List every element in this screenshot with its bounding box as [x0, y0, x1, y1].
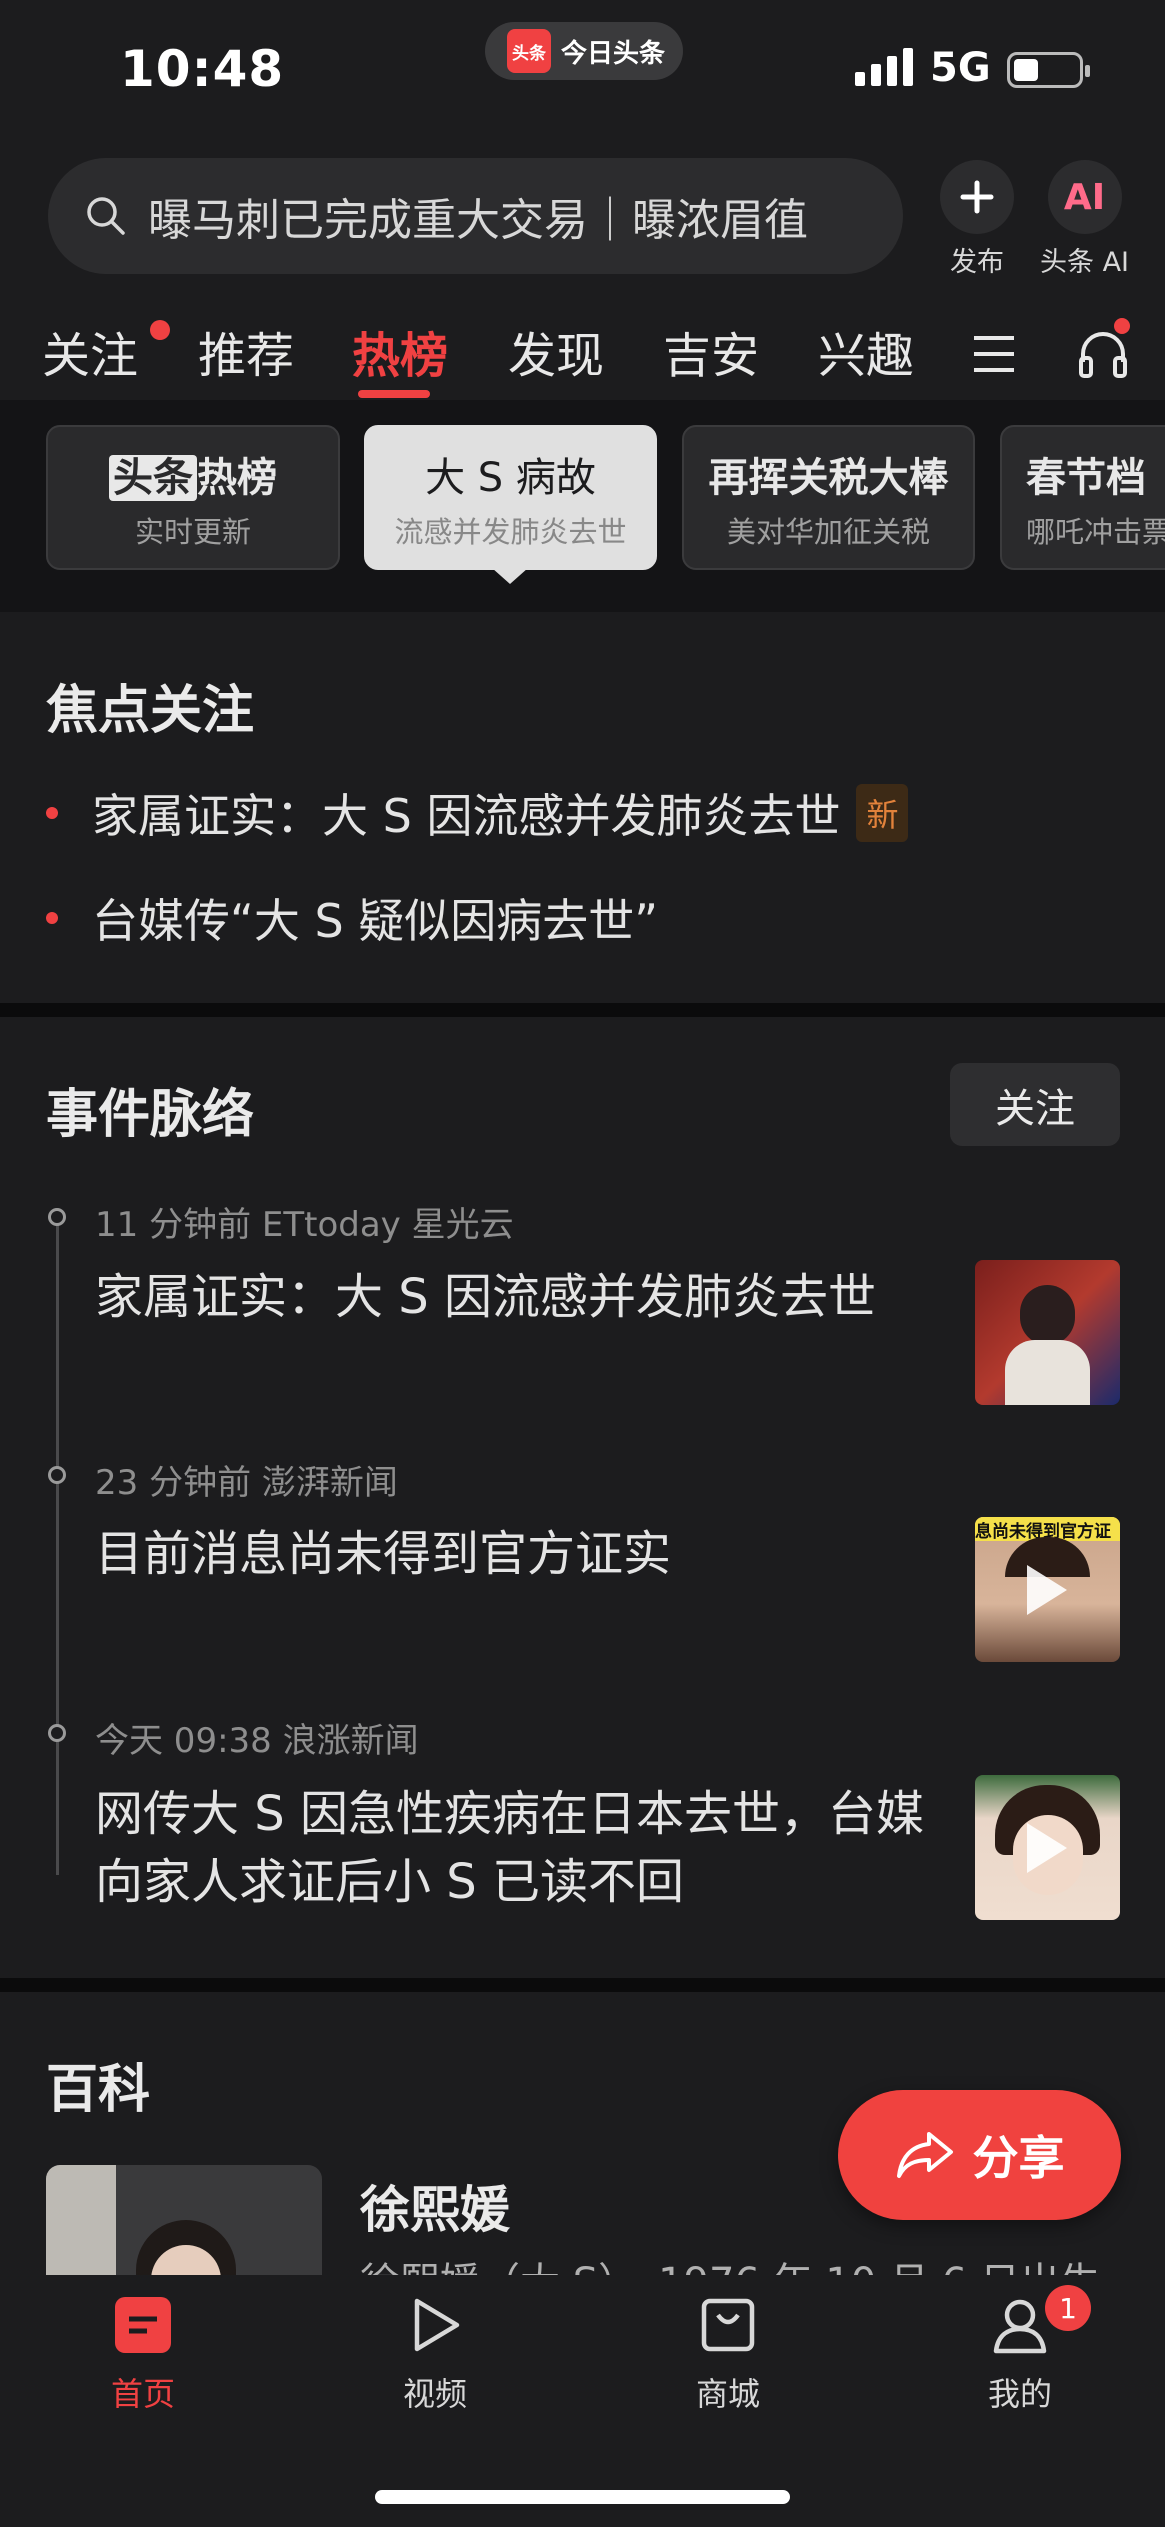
network-type: 5G — [930, 45, 991, 91]
thumbnail-figure — [1005, 1340, 1090, 1405]
new-badge: 新 — [856, 784, 909, 842]
nav-home[interactable]: 首页 — [68, 2295, 218, 2415]
chip-subtitle: 流感并发肺炎去世 — [394, 514, 627, 549]
event-thumbnail[interactable] — [975, 1260, 1120, 1405]
timeline-dot — [48, 1466, 66, 1484]
section-divider — [0, 1978, 1165, 1992]
timeline-title: 事件脉络 — [46, 1085, 255, 1145]
publish-label: 发布 — [950, 247, 1004, 278]
focus-item-text: 台媒传“大 S 疑似因病去世” — [92, 894, 659, 948]
nav-home-label: 首页 — [110, 2375, 175, 2413]
chip-topic-selected[interactable]: 大 S 病故 流感并发肺炎去世 — [364, 425, 657, 570]
active-tab-indicator — [358, 390, 430, 398]
timeline-line — [56, 1215, 59, 1875]
section-divider — [0, 1003, 1165, 1017]
timeline-dot — [48, 1724, 66, 1742]
chip-subtitle: 美对华加征关税 — [726, 514, 930, 549]
tab-discover[interactable]: 发现 — [508, 316, 604, 386]
video-play-icon — [414, 2298, 460, 2352]
focus-item[interactable]: 家属证实：大 S 因流感并发肺炎去世 新 — [46, 780, 909, 846]
nav-video-label: 视频 — [402, 2375, 467, 2413]
tab-jian[interactable]: 吉安 — [663, 316, 759, 386]
home-indicator[interactable] — [375, 2490, 790, 2504]
focus-title: 焦点关注 — [46, 681, 255, 741]
play-icon — [1027, 1823, 1067, 1873]
event-meta: 23 分钟前 澎湃新闻 — [95, 1463, 398, 1503]
home-icon — [115, 2297, 171, 2353]
tab-follow[interactable]: 关注 — [42, 316, 138, 386]
share-label: 分享 — [972, 2131, 1065, 2185]
search-input[interactable]: 曝马刺已完成重大交易｜曝浓眉徝 — [148, 184, 808, 248]
plus-icon — [960, 180, 994, 214]
app-logo: 头条 — [507, 29, 551, 73]
headphones-icon[interactable] — [1075, 326, 1131, 382]
chip-subtitle: 哪吒冲击票 — [1026, 514, 1165, 549]
event-video-thumbnail[interactable] — [975, 1775, 1120, 1920]
chip-topic[interactable]: 再挥关税大棒 美对华加征关税 — [682, 425, 975, 570]
selected-chip-pointer — [492, 568, 528, 584]
ai-label: 头条 AI — [1040, 247, 1130, 278]
event-title[interactable]: 网传大 S 因急性疾病在日本去世，台媒向家人求证后小 S 已读不回 — [95, 1780, 940, 1916]
bullet-dot — [46, 807, 58, 819]
chip-subtitle: 实时更新 — [134, 514, 251, 549]
chip-title: 春节档 — [1026, 454, 1146, 501]
baike-name[interactable]: 徐熙媛 — [360, 2170, 510, 2242]
tab-recommend[interactable]: 推荐 — [198, 316, 294, 386]
nav-video[interactable]: 视频 — [360, 2295, 510, 2415]
chip-title: 再挥关税大棒 — [708, 454, 949, 501]
signal-icon — [855, 48, 913, 86]
nav-mall-label: 商城 — [695, 2375, 760, 2413]
menu-icon[interactable] — [972, 332, 1016, 376]
tab-hot[interactable]: 热榜 — [352, 316, 448, 386]
shopping-bag-icon — [701, 2298, 755, 2352]
channel-tabs: 关注 推荐 热榜 发现 吉安 兴趣 — [0, 300, 1165, 395]
chip-hot-list[interactable]: 头条 热榜 实时更新 — [46, 425, 340, 570]
app-name: 今日头条 — [561, 38, 666, 69]
nav-mall[interactable]: 商城 — [653, 2295, 803, 2415]
chip-title-text: 热榜 — [197, 454, 277, 501]
thumbnail-figure — [1020, 1285, 1075, 1345]
event-video-thumbnail[interactable]: 息尚未得到官方证 — [975, 1517, 1120, 1662]
follow-button[interactable]: 关注 — [950, 1063, 1120, 1146]
search-bar[interactable]: 曝马刺已完成重大交易｜曝浓眉徝 — [48, 158, 903, 274]
play-icon — [1027, 1565, 1067, 1615]
ai-icon: AI — [1063, 176, 1106, 218]
baike-title: 百科 — [46, 2060, 151, 2120]
event-meta: 今天 09:38 浪涨新闻 — [95, 1721, 419, 1761]
tab-interest[interactable]: 兴趣 — [818, 316, 914, 386]
share-icon — [896, 2132, 953, 2178]
search-icon — [87, 197, 125, 235]
event-title[interactable]: 目前消息尚未得到官方证实 — [95, 1520, 925, 1588]
share-button[interactable]: 分享 — [838, 2090, 1121, 2220]
bullet-dot — [46, 912, 58, 924]
chip-hot-list-title: 头条 热榜 — [109, 445, 277, 503]
event-title[interactable]: 家属证实：大 S 因流感并发肺炎去世 — [95, 1263, 925, 1331]
publish-button[interactable]: 发布 — [940, 160, 1014, 279]
headphones-dot — [1114, 318, 1130, 334]
nav-profile-label: 我的 — [987, 2375, 1052, 2413]
timeline-dot — [48, 1208, 66, 1226]
focus-item[interactable]: 台媒传“大 S 疑似因病去世” — [46, 885, 658, 951]
ai-button[interactable]: AI 头条 AI — [1040, 160, 1129, 279]
app-return-pill[interactable]: 头条 今日头条 — [485, 22, 683, 80]
chip-topic[interactable]: 春节档 哪吒冲击票 — [1000, 425, 1165, 570]
focus-item-text: 家属证实：大 S 因流感并发肺炎去世 — [92, 789, 841, 843]
chip-title: 大 S 病故 — [425, 454, 596, 501]
battery-icon — [1007, 52, 1090, 88]
notification-badge: 1 — [1045, 2285, 1091, 2331]
tab-follow-dot — [150, 320, 170, 340]
person-icon — [993, 2299, 1047, 2354]
chip-logo-text: 头条 — [109, 454, 197, 501]
status-time: 10:48 — [120, 40, 285, 98]
event-meta: 11 分钟前 ETtoday 星光云 — [95, 1205, 514, 1245]
